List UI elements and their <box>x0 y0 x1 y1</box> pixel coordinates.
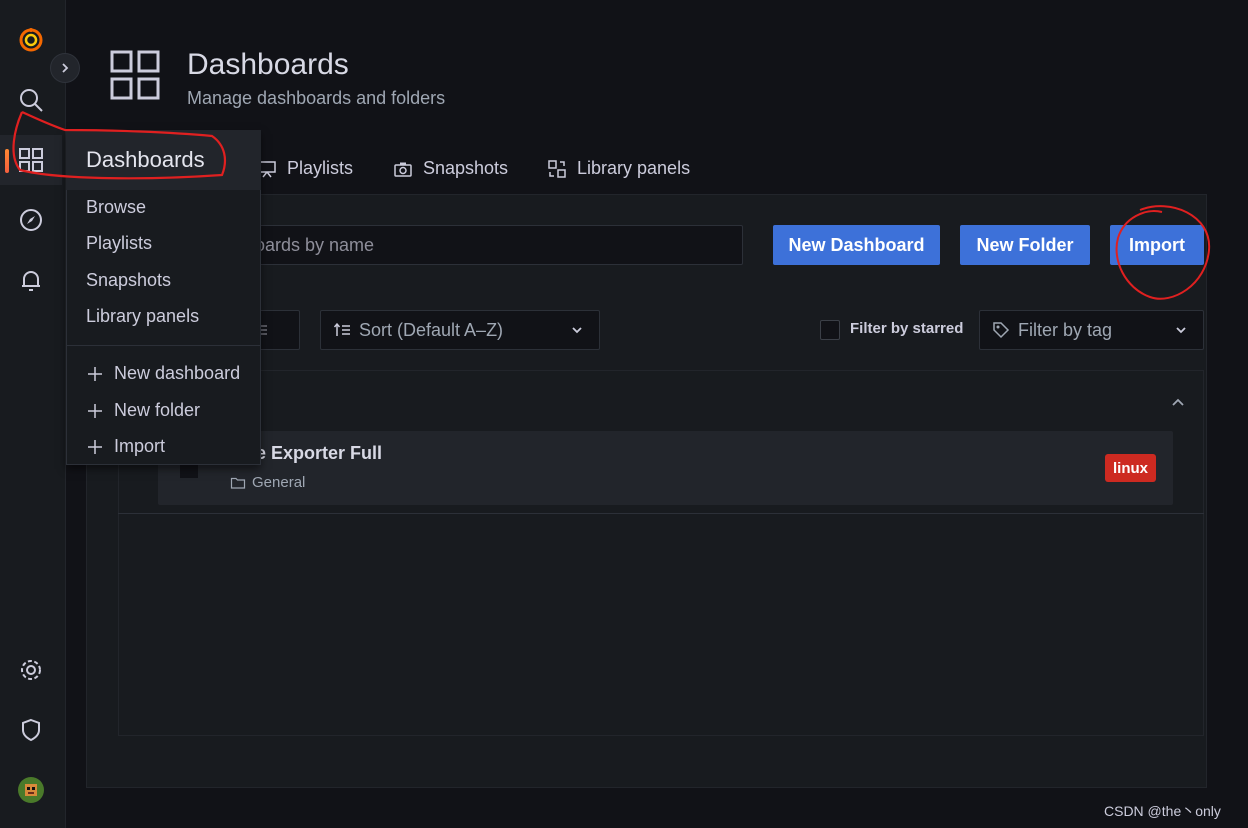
sort-icon <box>333 322 350 336</box>
page-subtitle: Manage dashboards and folders <box>187 88 446 108</box>
expand-sidebar-button[interactable] <box>50 53 80 83</box>
flyout-item-playlists[interactable]: Playlists <box>86 233 152 254</box>
flyout-divider <box>66 345 261 346</box>
filter-tag-select[interactable]: Filter by tag <box>979 310 1204 350</box>
chevron-up-icon[interactable] <box>1170 394 1186 410</box>
dashboard-title[interactable]: e Exporter Full <box>256 443 382 464</box>
tab-library-panels[interactable]: Library panels <box>547 158 690 179</box>
filter-starred-checkbox[interactable] <box>820 320 840 340</box>
camera-icon <box>394 162 412 177</box>
user-avatar-icon[interactable] <box>0 765 62 815</box>
tab-library-panels-label: Library panels <box>577 158 691 178</box>
flyout-import-label: Import <box>114 436 166 456</box>
sort-select[interactable]: Sort (Default A–Z) <box>320 310 600 350</box>
tab-snapshots[interactable]: Snapshots <box>393 158 508 179</box>
tab-playlists-label: Playlists <box>287 158 354 178</box>
chevron-down-icon <box>572 327 582 334</box>
alerting-bell-icon[interactable] <box>0 255 62 305</box>
flyout-new-dashboard[interactable]: New dashboard <box>86 363 240 384</box>
explore-compass-icon[interactable] <box>0 195 62 245</box>
flyout-item-browse[interactable]: Browse <box>86 197 146 218</box>
dashboard-folder: General <box>230 474 305 491</box>
chevron-right-icon <box>62 63 69 73</box>
dashboards-page-icon <box>110 50 160 100</box>
tag-icon <box>993 322 1010 339</box>
tab-snapshots-label: Snapshots <box>423 158 509 178</box>
plus-icon <box>88 366 102 381</box>
filter-starred-label: Filter by starred <box>850 320 964 337</box>
flyout-item-snapshots[interactable]: Snapshots <box>86 270 171 291</box>
import-button[interactable]: Import <box>1110 225 1204 265</box>
chevron-down-icon <box>1176 327 1186 334</box>
search-input[interactable] <box>255 234 742 256</box>
flyout-header[interactable]: Dashboards <box>66 130 261 190</box>
folder-icon <box>230 477 246 489</box>
flyout-new-folder-label: New folder <box>114 400 201 420</box>
tag-linux[interactable]: linux <box>1105 454 1157 482</box>
folder-section <box>118 370 1204 736</box>
dashboards-grid-icon[interactable] <box>0 135 62 185</box>
watermark: CSDN @the丶only <box>1104 803 1221 819</box>
folder-divider <box>118 513 1204 514</box>
flyout-new-folder[interactable]: New folder <box>86 400 200 421</box>
plus-icon <box>88 403 102 418</box>
flyout-new-dashboard-label: New dashboard <box>114 363 241 383</box>
plus-icon <box>88 439 102 454</box>
dashboard-folder-label: General <box>252 474 306 491</box>
new-dashboard-button[interactable]: New Dashboard <box>773 225 940 265</box>
filter-tag-placeholder: Filter by tag <box>1018 319 1113 340</box>
flyout-import[interactable]: Import <box>86 436 165 457</box>
page-title: Dashboards <box>187 48 349 81</box>
tab-playlists[interactable]: Playlists <box>257 158 353 179</box>
flyout-item-library-panels[interactable]: Library panels <box>86 306 199 327</box>
sort-label: Sort (Default A–Z) <box>359 319 504 340</box>
sidebar <box>0 0 66 828</box>
shield-icon[interactable] <box>0 705 62 755</box>
new-folder-button[interactable]: New Folder <box>960 225 1090 265</box>
library-panels-icon <box>548 159 566 178</box>
settings-gear-icon[interactable] <box>0 645 62 695</box>
search-icon[interactable] <box>0 75 62 125</box>
